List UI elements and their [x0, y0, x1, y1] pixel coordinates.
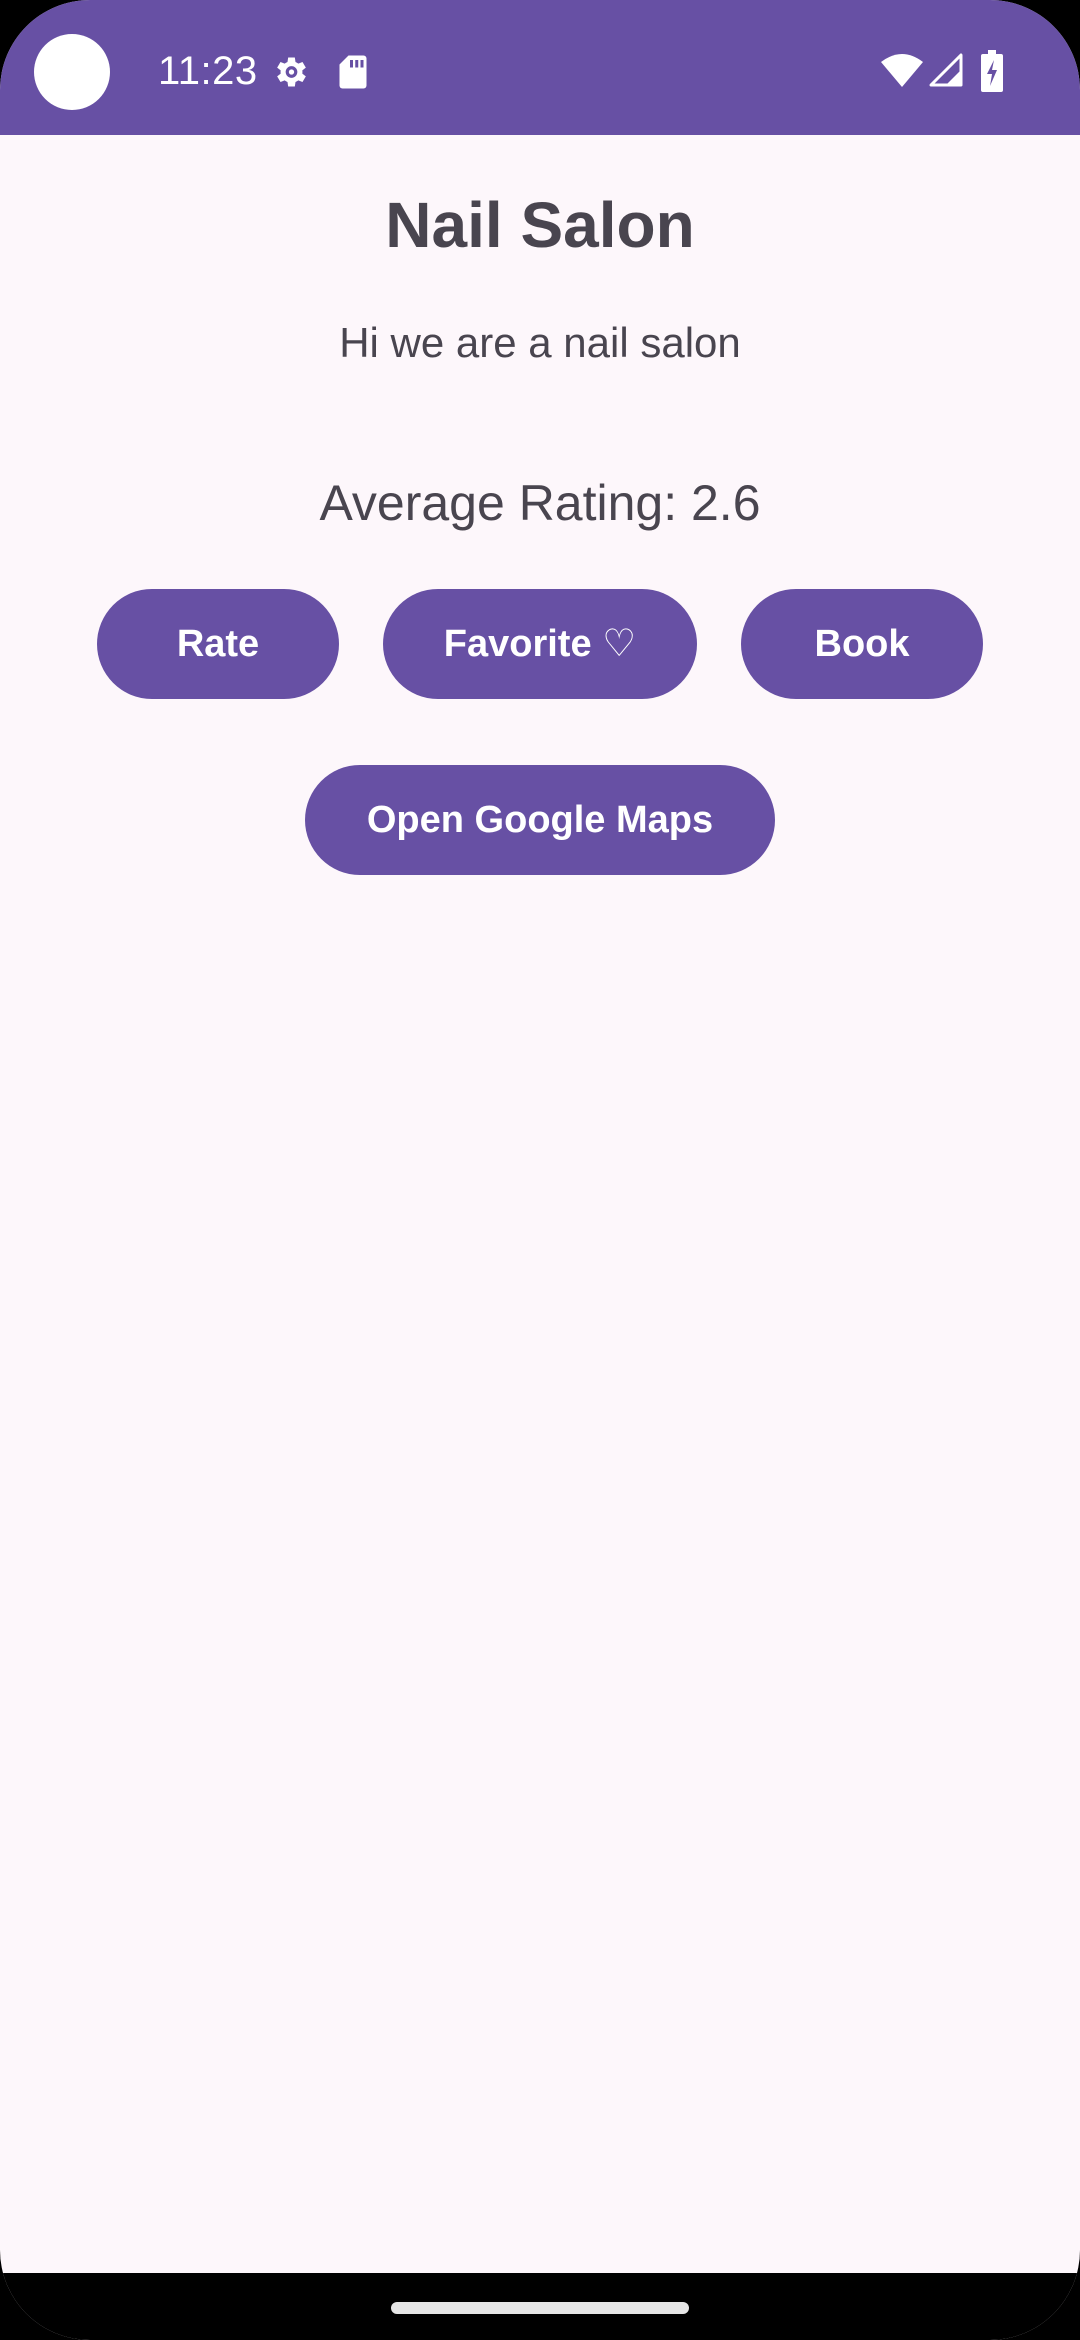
signal-icon: [929, 53, 963, 87]
battery-charging-icon: [981, 50, 1003, 92]
status-time: 11:23: [158, 49, 258, 93]
salon-description: Hi we are a nail salon: [339, 319, 741, 366]
camera-cutout: [34, 34, 110, 110]
page-title: Nail Salon: [385, 189, 695, 261]
wifi-icon: [881, 54, 923, 87]
status-bar: 11:23: [0, 0, 1080, 135]
book-button[interactable]: Book: [741, 589, 983, 699]
favorite-button[interactable]: Favorite ♡: [383, 589, 697, 699]
average-rating: Average Rating: 2.6: [319, 475, 761, 531]
home-gesture-handle[interactable]: [391, 2302, 689, 2314]
app-screen: 11:23 Nail Salon Hi we are a nail salon …: [0, 0, 1080, 2340]
gear-icon: [277, 57, 306, 87]
rate-button[interactable]: Rate: [97, 589, 339, 699]
open-google-maps-button[interactable]: Open Google Maps: [305, 765, 775, 875]
sd-card-icon: [339, 55, 367, 89]
